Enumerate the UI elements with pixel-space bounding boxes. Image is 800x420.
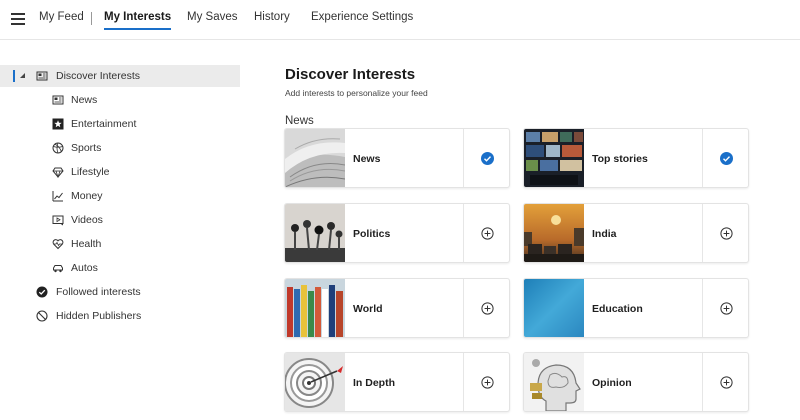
- sidebar-item-label: Videos: [71, 214, 103, 226]
- in-depth-thumbnail: [285, 353, 345, 411]
- card-divider: [702, 279, 703, 337]
- interest-card-world[interactable]: World: [284, 278, 510, 338]
- sidebar-item-label: Lifestyle: [71, 166, 110, 178]
- card-divider: [463, 204, 464, 262]
- sidebar-item-label: Followed interests: [56, 286, 141, 298]
- add-plus-icon[interactable]: [481, 227, 494, 240]
- sidebar: Discover Interests News Entertainment Sp…: [0, 40, 250, 420]
- newspaper-icon: [52, 94, 64, 106]
- sidebar-item-hidden-publishers[interactable]: Hidden Publishers: [0, 305, 240, 327]
- card-divider: [463, 279, 464, 337]
- india-thumbnail: [524, 204, 584, 262]
- interest-card-education[interactable]: Education: [523, 278, 749, 338]
- card-divider: [702, 204, 703, 262]
- followed-check-icon[interactable]: [481, 152, 494, 165]
- check-circle-icon: [36, 286, 48, 298]
- sidebar-item-label: Discover Interests: [56, 70, 141, 82]
- nav-separator: [91, 12, 92, 25]
- followed-check-icon[interactable]: [720, 152, 733, 165]
- add-plus-icon[interactable]: [720, 302, 733, 315]
- sidebar-item-label: News: [71, 94, 98, 106]
- chart-icon: [52, 190, 64, 202]
- section-heading: News: [285, 115, 314, 127]
- sidebar-item-label: Entertainment: [71, 118, 137, 130]
- interest-card-politics[interactable]: Politics: [284, 203, 510, 263]
- newspaper-icon: [36, 70, 48, 82]
- page-subtitle: Add interests to personalize your feed: [285, 88, 428, 98]
- diamond-icon: [52, 166, 64, 178]
- card-label: World: [353, 303, 383, 315]
- politics-thumbnail: [285, 204, 345, 262]
- selection-indicator: [13, 70, 15, 82]
- nav-my-saves[interactable]: My Saves: [187, 11, 238, 23]
- sidebar-item-money[interactable]: Money: [0, 185, 240, 207]
- add-plus-icon[interactable]: [481, 376, 494, 389]
- interest-card-opinion[interactable]: Opinion: [523, 352, 749, 412]
- card-divider: [463, 353, 464, 411]
- interest-card-top-stories[interactable]: Top stories: [523, 128, 749, 188]
- sidebar-item-videos[interactable]: Videos: [0, 209, 240, 231]
- interest-card-in-depth[interactable]: In Depth: [284, 352, 510, 412]
- news-thumbnail: [285, 129, 345, 187]
- sidebar-item-label: Sports: [71, 142, 102, 154]
- add-plus-icon[interactable]: [720, 376, 733, 389]
- card-divider: [702, 129, 703, 187]
- interest-card-india[interactable]: India: [523, 203, 749, 263]
- sidebar-item-discover-interests[interactable]: Discover Interests: [0, 65, 240, 87]
- card-label: Opinion: [592, 377, 632, 389]
- sidebar-item-label: Money: [71, 190, 103, 202]
- education-thumbnail: [524, 279, 584, 337]
- sidebar-item-autos[interactable]: Autos: [0, 257, 240, 279]
- nav-my-interests[interactable]: My Interests: [104, 11, 172, 30]
- sidebar-item-entertainment[interactable]: Entertainment: [0, 113, 240, 135]
- world-thumbnail: [285, 279, 345, 337]
- interest-card-news[interactable]: News: [284, 128, 510, 188]
- heart-icon: [52, 238, 64, 250]
- card-label: India: [592, 228, 617, 240]
- page-title: Discover Interests: [285, 66, 416, 83]
- video-icon: [52, 214, 64, 226]
- sidebar-item-sports[interactable]: Sports: [0, 137, 240, 159]
- sidebar-item-health[interactable]: Health: [0, 233, 240, 255]
- card-divider: [702, 353, 703, 411]
- add-plus-icon[interactable]: [720, 227, 733, 240]
- card-label: News: [353, 153, 381, 165]
- card-label: In Depth: [353, 377, 395, 389]
- top-navigation: My Feed My Interests My Saves History Ex…: [0, 0, 800, 40]
- nav-my-feed[interactable]: My Feed: [39, 11, 84, 23]
- block-icon: [36, 310, 48, 322]
- sidebar-item-label: Health: [71, 238, 102, 250]
- basketball-icon: [52, 142, 64, 154]
- sidebar-item-label: Autos: [71, 262, 98, 274]
- sidebar-item-label: Hidden Publishers: [56, 310, 142, 322]
- nav-history[interactable]: History: [254, 11, 290, 23]
- nav-experience-settings[interactable]: Experience Settings: [311, 11, 413, 23]
- sidebar-item-followed-interests[interactable]: Followed interests: [0, 281, 240, 303]
- hamburger-menu-icon[interactable]: [11, 13, 25, 25]
- card-label: Top stories: [592, 153, 648, 165]
- card-label: Education: [592, 303, 643, 315]
- star-icon: [52, 118, 64, 130]
- sidebar-item-news[interactable]: News: [0, 89, 240, 111]
- opinion-thumbnail: [524, 353, 584, 411]
- top-stories-thumbnail: [524, 129, 584, 187]
- card-divider: [463, 129, 464, 187]
- car-icon: [52, 262, 64, 274]
- expand-caret-icon[interactable]: [20, 73, 25, 78]
- card-label: Politics: [353, 228, 391, 240]
- sidebar-item-lifestyle[interactable]: Lifestyle: [0, 161, 240, 183]
- add-plus-icon[interactable]: [481, 302, 494, 315]
